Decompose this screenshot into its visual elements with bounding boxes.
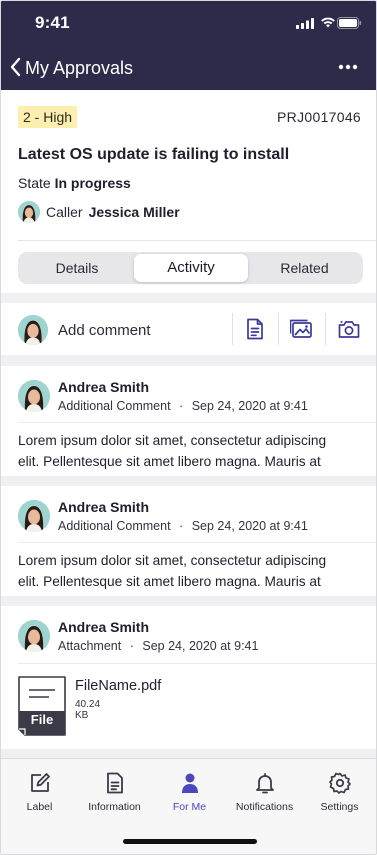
meta-separator: · <box>179 519 184 533</box>
divider <box>232 313 233 345</box>
avatar <box>18 315 48 345</box>
add-comment-input[interactable]: Add comment <box>58 322 151 339</box>
camera-icon[interactable] <box>337 317 361 341</box>
file-attachment[interactable]: File FileName.pdf 40.24 KB <box>18 676 161 736</box>
battery-icon <box>337 17 362 29</box>
priority-badge: 2 - High <box>18 106 78 128</box>
file-name[interactable]: FileName.pdf <box>75 678 161 694</box>
state-value: In progress <box>54 175 131 191</box>
record-title: Latest OS update is failing to install <box>18 146 290 163</box>
divider <box>18 240 376 241</box>
state-label: State <box>18 175 51 191</box>
entry-type: Attachment <box>58 639 122 653</box>
tab-label-text: Label <box>26 801 53 813</box>
meta-separator: · <box>179 399 184 413</box>
record-state: State In progress <box>18 175 131 191</box>
activity-entry: Andrea Smith Attachment · Sep 24, 2020 a… <box>1 606 376 749</box>
tab-notifications[interactable]: Notifications <box>227 771 302 813</box>
divider <box>18 422 376 423</box>
tab-related[interactable]: Related <box>248 254 361 282</box>
entry-date: Sep 24, 2020 at 9:41 <box>191 519 308 533</box>
avatar <box>18 380 50 412</box>
avatar <box>18 201 40 223</box>
segmented-tabs: Details Activity Related <box>18 252 363 284</box>
caller-label: Caller <box>46 204 83 220</box>
top-bar: 9:41 My Approvals <box>1 1 376 90</box>
entry-date: Sep 24, 2020 at 9:41 <box>191 399 308 413</box>
entry-date: Sep 24, 2020 at 9:41 <box>142 639 259 653</box>
tab-for-me[interactable]: For Me <box>152 771 227 813</box>
divider <box>18 663 376 664</box>
document-icon <box>106 772 123 794</box>
entry-author: Andrea Smith <box>58 499 150 515</box>
file-size: 40.24 KB <box>75 699 101 721</box>
pencil-icon <box>30 773 50 792</box>
comment-composer: Add comment <box>1 303 376 355</box>
document-icon[interactable] <box>243 317 267 341</box>
meta-separator: · <box>129 639 134 653</box>
tab-settings[interactable]: Settings <box>302 771 376 813</box>
home-indicator <box>123 839 257 844</box>
avatar <box>18 500 50 532</box>
entry-meta: Additional Comment · Sep 24, 2020 at 9:4… <box>58 519 308 533</box>
tab-settings-text: Settings <box>320 801 359 813</box>
cellular-signal-icon <box>296 18 314 29</box>
tab-label[interactable]: Label <box>2 771 77 813</box>
entry-author: Andrea Smith <box>58 379 150 395</box>
record-header: 2 - High PRJ0017046 Latest OS update is … <box>1 90 376 293</box>
divider <box>278 313 279 345</box>
app-screen: 9:41 My Approvals 2 - High PRJ0017046 La… <box>0 0 377 855</box>
tab-for-me-text: For Me <box>172 801 207 813</box>
status-time: 9:41 <box>35 13 70 32</box>
person-icon <box>181 773 198 793</box>
tab-details[interactable]: Details <box>20 254 134 282</box>
divider <box>18 542 376 543</box>
avatar <box>18 620 50 652</box>
entry-type: Additional Comment <box>58 519 171 533</box>
divider <box>325 313 326 345</box>
record-number: PRJ0017046 <box>277 109 361 125</box>
chevron-left-icon[interactable] <box>7 55 23 79</box>
entry-body-line: elit. Pellentesque sit amet libero magna… <box>18 454 321 469</box>
navigation-bar: My Approvals <box>1 45 376 90</box>
entry-type: Additional Comment <box>58 399 171 413</box>
bell-icon <box>255 773 274 794</box>
activity-entry: Andrea Smith Additional Comment · Sep 24… <box>1 366 376 476</box>
tab-information[interactable]: Information <box>77 771 152 813</box>
entry-meta: Additional Comment · Sep 24, 2020 at 9:4… <box>58 399 308 413</box>
entry-author: Andrea Smith <box>58 619 150 635</box>
tab-notifications-text: Notifications <box>235 801 294 813</box>
gear-icon <box>328 772 351 794</box>
caller-name[interactable]: Jessica Miller <box>89 204 180 220</box>
entry-body-line: Lorem ipsum dolor sit amet, consectetur … <box>18 433 327 448</box>
entry-body-line: elit. Pellentesque sit amet libero magna… <box>18 574 321 589</box>
caller-row: Caller Jessica Miller <box>18 200 180 224</box>
file-badge: File <box>30 712 54 727</box>
image-icon[interactable] <box>290 317 314 341</box>
status-bar: 9:41 <box>1 1 376 45</box>
entry-body: Lorem ipsum dolor sit amet, consectetur … <box>18 430 368 472</box>
tab-activity[interactable]: Activity <box>134 254 248 282</box>
tab-information-text: Information <box>88 801 141 813</box>
entry-body-line: Lorem ipsum dolor sit amet, consectetur … <box>18 553 327 568</box>
file-icon <box>18 676 66 736</box>
entry-meta: Attachment · Sep 24, 2020 at 9:41 <box>58 639 258 653</box>
entry-body: Lorem ipsum dolor sit amet, consectetur … <box>18 550 368 592</box>
activity-entry: Andrea Smith Additional Comment · Sep 24… <box>1 486 376 596</box>
wifi-icon <box>321 17 335 28</box>
back-link-label[interactable]: My Approvals <box>25 58 133 79</box>
ellipsis-icon[interactable] <box>338 59 358 75</box>
